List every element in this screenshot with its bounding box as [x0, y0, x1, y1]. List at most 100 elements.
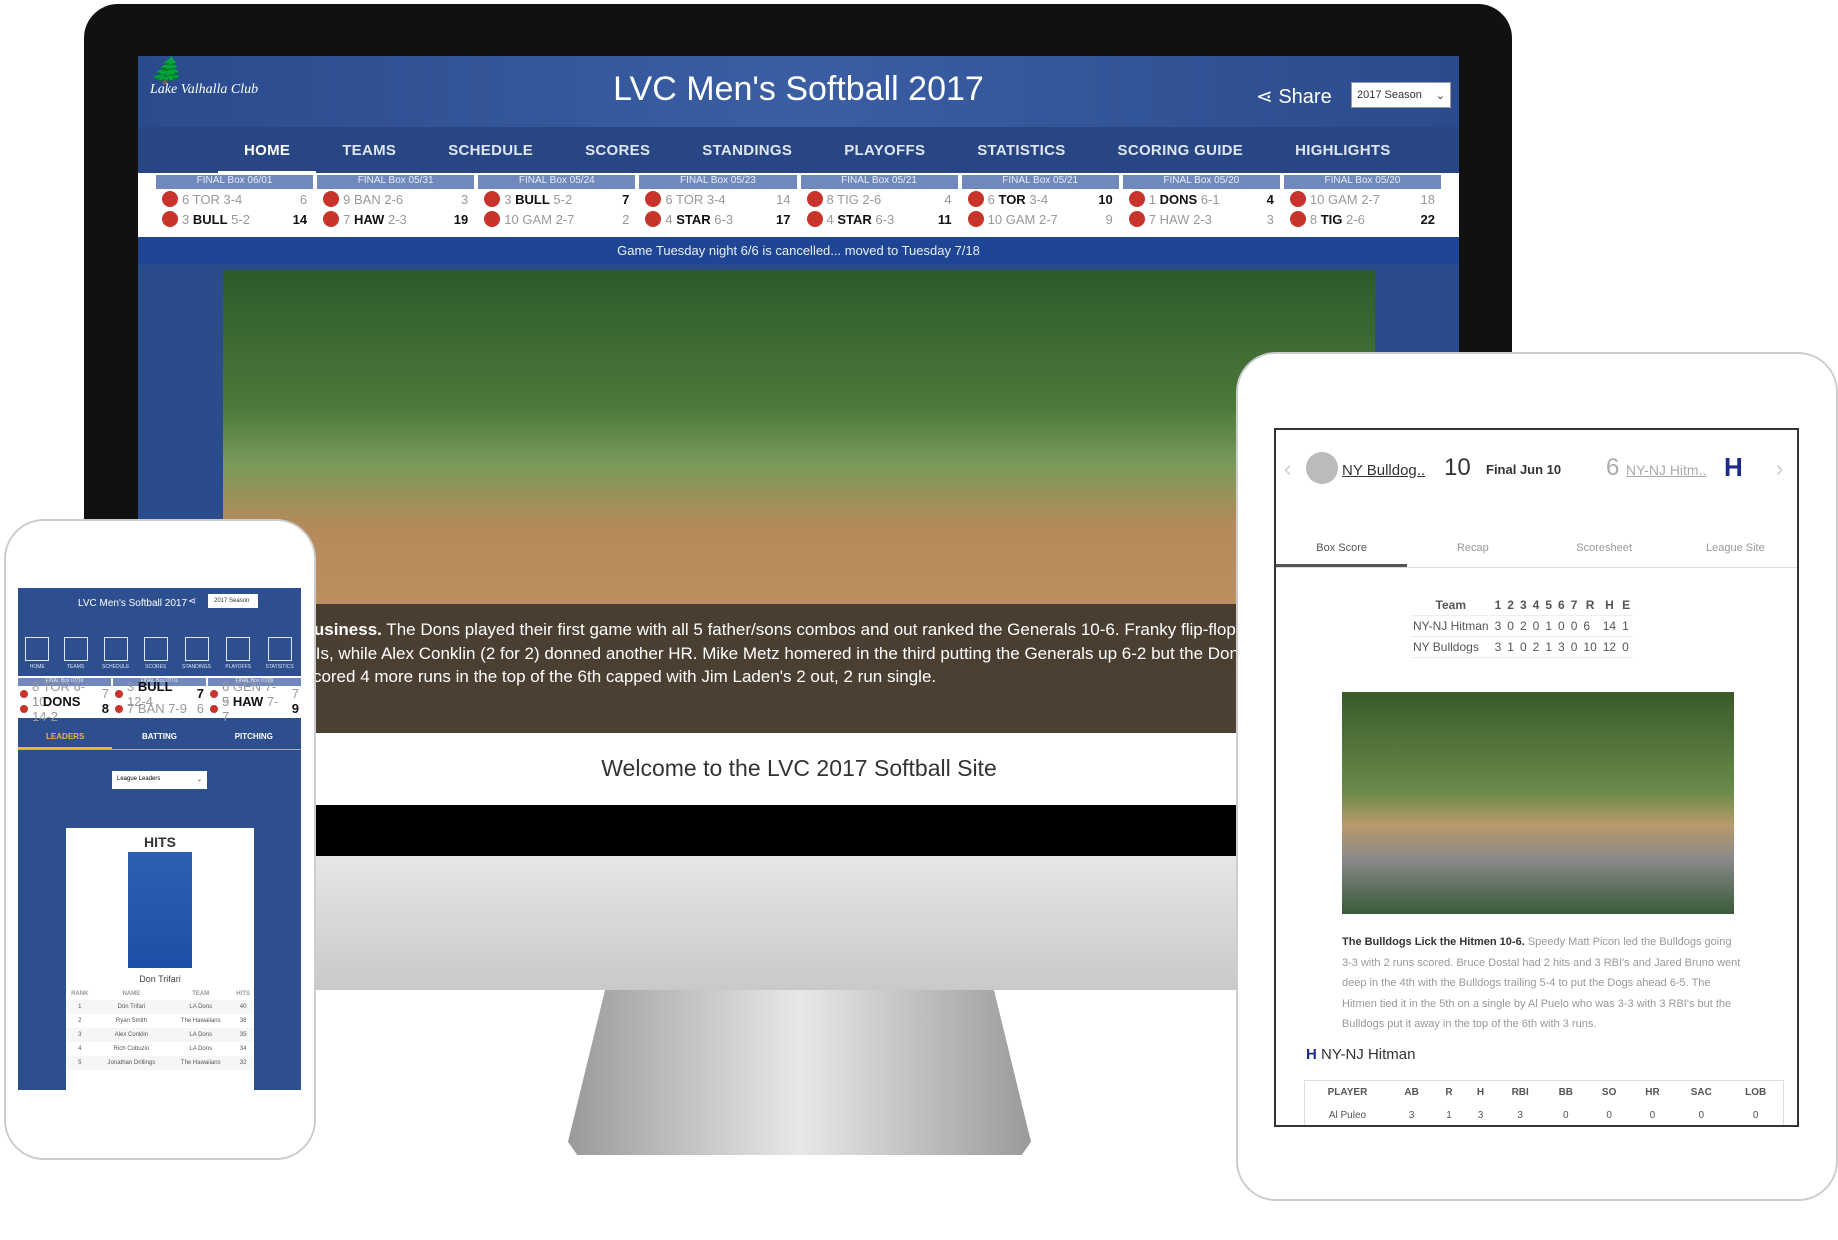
- nav-icon-scores[interactable]: SCORES: [143, 637, 168, 670]
- game-box[interactable]: FINAL Box 05/24 3 BULL 5-2 7 10 GAM 2-7 2: [478, 173, 636, 237]
- column-header: 5: [1542, 595, 1556, 616]
- game-box[interactable]: FINAL Box 07/09 6 GEN 7-9 7 5 HAW 7-7 9: [208, 676, 301, 724]
- team-row: 3 BULL 5-2 14: [156, 209, 313, 229]
- score-ticker: FINAL Box 06/01 6 TOR 3-4 6 3 BULL 5-2 14 FIN…: [138, 173, 1459, 237]
- season-select[interactable]: 2017 Season: [208, 594, 258, 608]
- team-abbr: TOR: [42, 678, 70, 694]
- team-info: 6 TOR 3-4: [988, 192, 1079, 207]
- column-header: RBI: [1511, 1087, 1529, 1098]
- column-header: SAC: [1690, 1087, 1712, 1098]
- team-abbr: STAR: [837, 211, 872, 227]
- tab-batting[interactable]: BATTING: [112, 726, 206, 749]
- team-heading: H NY-NJ Hitman: [1306, 1046, 1416, 1063]
- team-logo-icon: [115, 689, 123, 698]
- team-info: 5 HAW 7-7: [222, 694, 283, 724]
- tab-pitching[interactable]: PITCHING: [207, 726, 301, 749]
- table-cell: Alex Conklin: [93, 1028, 170, 1042]
- nav-item-home[interactable]: HOME: [218, 127, 317, 173]
- team-seed: 7: [127, 701, 135, 716]
- game-box[interactable]: FINAL Box 05/20 10 GAM 2-7 18 8 TIG 2-6 22: [1283, 173, 1441, 237]
- nav-item-statistics[interactable]: STATISTICS: [951, 127, 1091, 173]
- phone-title: LVC Men's Softball 2017: [78, 598, 188, 609]
- nav-item-schedule[interactable]: SCHEDULE: [422, 127, 559, 173]
- nav-item-teams[interactable]: TEAMS: [316, 127, 422, 173]
- next-arrow-icon[interactable]: ›: [1776, 456, 1783, 482]
- nav-item-highlights[interactable]: HIGHLIGHTS: [1269, 127, 1417, 173]
- game-status: Final Jun 10: [1486, 462, 1562, 477]
- nav-icon-teams[interactable]: TEAMS: [63, 637, 88, 670]
- table-cell: 0: [1567, 636, 1581, 658]
- game-header[interactable]: FINAL Box 05/24: [478, 175, 636, 189]
- table-cell: 3: [1408, 1110, 1415, 1121]
- team-score: 6: [299, 191, 308, 207]
- game-box[interactable]: FINAL Box 05/21 8 TIG 2-6 4 4 STAR 6-3 11: [800, 173, 958, 237]
- home-team-link[interactable]: NY Bulldog..: [1342, 462, 1425, 479]
- team-record: 2-6: [862, 191, 882, 207]
- game-box[interactable]: FINAL Box 05/31 9 BAN 2-6 3 7 HAW 2-3 19: [317, 173, 475, 237]
- game-box[interactable]: FINAL Box 07/16 8 TOR 6-10 7 1 DONS 14-2 8: [18, 676, 111, 724]
- game-header[interactable]: FINAL Box 05/21: [961, 175, 1119, 189]
- nav-item-scores[interactable]: SCORES: [559, 127, 676, 173]
- notice-banner: Game Tuesday night 6/6 is cancelled... m…: [138, 237, 1459, 264]
- game-box[interactable]: FINAL Box 05/20 1 DONS 6-1 4 7 HAW 2-3 3: [1122, 173, 1280, 237]
- team-row: 3 BULL 12-4 7: [113, 679, 206, 709]
- game-box[interactable]: FINAL Box 07/11 3 BULL 12-4 7 7 BAN 7-9 6: [113, 676, 206, 718]
- game-box[interactable]: FINAL Box 05/21 6 TOR 3-4 10 10 GAM 2-7 9: [961, 173, 1119, 237]
- share-button[interactable]: ⋖ Share: [1256, 84, 1332, 109]
- column-header: 3: [1516, 595, 1530, 616]
- game-header[interactable]: FINAL Box 06/01: [156, 175, 314, 189]
- team-logo-icon: [323, 211, 340, 227]
- game-header[interactable]: FINAL Box 05/20: [1283, 175, 1441, 189]
- nav-icon-standings[interactable]: STANDINGS: [182, 637, 211, 670]
- game-box[interactable]: FINAL Box 06/01 6 TOR 3-4 6 3 BULL 5-2 14: [156, 173, 314, 237]
- team-record: 6-3: [875, 211, 895, 227]
- team-row: 4 STAR 6-3 11: [801, 209, 958, 229]
- team-seed: 9: [343, 191, 351, 207]
- game-header[interactable]: FINAL Box 05/31: [317, 175, 475, 189]
- table-cell: 0: [1606, 1110, 1612, 1121]
- team-seed: 4: [826, 211, 834, 227]
- nav-icon-schedule[interactable]: SCHEDULE: [102, 637, 129, 670]
- table-cell: 32: [232, 1056, 254, 1070]
- nav-item-playoffs[interactable]: PLAYOFFS: [818, 127, 951, 173]
- nav-icon-statistics[interactable]: STATISTICS: [266, 637, 294, 670]
- tab-box-score[interactable]: Box Score: [1276, 528, 1408, 567]
- nav-item-standings[interactable]: STANDINGS: [676, 127, 818, 173]
- nav-icon-home[interactable]: HOME: [25, 637, 50, 670]
- team-row: 6 TOR 3-4 10: [962, 189, 1119, 209]
- away-team-link[interactable]: NY-NJ Hitm..: [1626, 462, 1706, 478]
- team-info: 6 TOR 3-4: [182, 192, 273, 207]
- prev-arrow-icon[interactable]: ‹: [1284, 456, 1291, 482]
- team-seed: 10: [1309, 191, 1325, 207]
- team-seed: 6: [987, 191, 995, 207]
- tab-league-site[interactable]: League Site: [1670, 528, 1797, 567]
- season-select[interactable]: 2017 Season ⌄: [1351, 82, 1451, 108]
- table-cell: NY Bulldogs: [1410, 636, 1492, 658]
- nav-icon-label: HOME: [29, 664, 45, 670]
- team-record: 5-2: [553, 191, 573, 207]
- leaders-select[interactable]: League Leaders ⌄: [112, 771, 207, 789]
- team-info: 8 TIG 2-6: [1310, 212, 1401, 227]
- game-header[interactable]: FINAL Box 05/21: [800, 175, 958, 189]
- team-score: 7: [622, 191, 630, 207]
- tab-scoresheet[interactable]: Scoresheet: [1539, 528, 1670, 567]
- game-header[interactable]: FINAL Box 05/20: [1122, 175, 1280, 189]
- tab-leaders[interactable]: LEADERS: [18, 726, 113, 749]
- team-info: 7 HAW 2-3: [343, 212, 434, 227]
- tab-recap[interactable]: Recap: [1407, 528, 1538, 567]
- team-record: 5-2: [231, 211, 250, 227]
- column-header: R: [1580, 595, 1600, 616]
- table-header-row: PLAYER AB R H RBI BB SO HR SAC LOB: [1305, 1081, 1784, 1105]
- leader-name: Don Trifari: [139, 974, 181, 984]
- table-cell: LA Dons: [169, 1000, 233, 1014]
- team-logo-icon: [1289, 191, 1306, 207]
- nav-item-scoring-guide[interactable]: SCORING GUIDE: [1092, 127, 1270, 173]
- table-cell: 1: [1619, 615, 1634, 637]
- share-icon[interactable]: ⋖: [188, 596, 196, 607]
- game-header[interactable]: FINAL Box 05/23: [639, 175, 797, 189]
- nav-icon-playoffs[interactable]: PLAYOFFS: [225, 637, 251, 670]
- column-header: 1: [1491, 595, 1505, 616]
- team-record: 6-3: [714, 211, 734, 227]
- game-box[interactable]: FINAL Box 05/23 6 TOR 3-4 14 4 STAR 6-3 17: [639, 173, 797, 237]
- table-cell: 2: [78, 1018, 82, 1024]
